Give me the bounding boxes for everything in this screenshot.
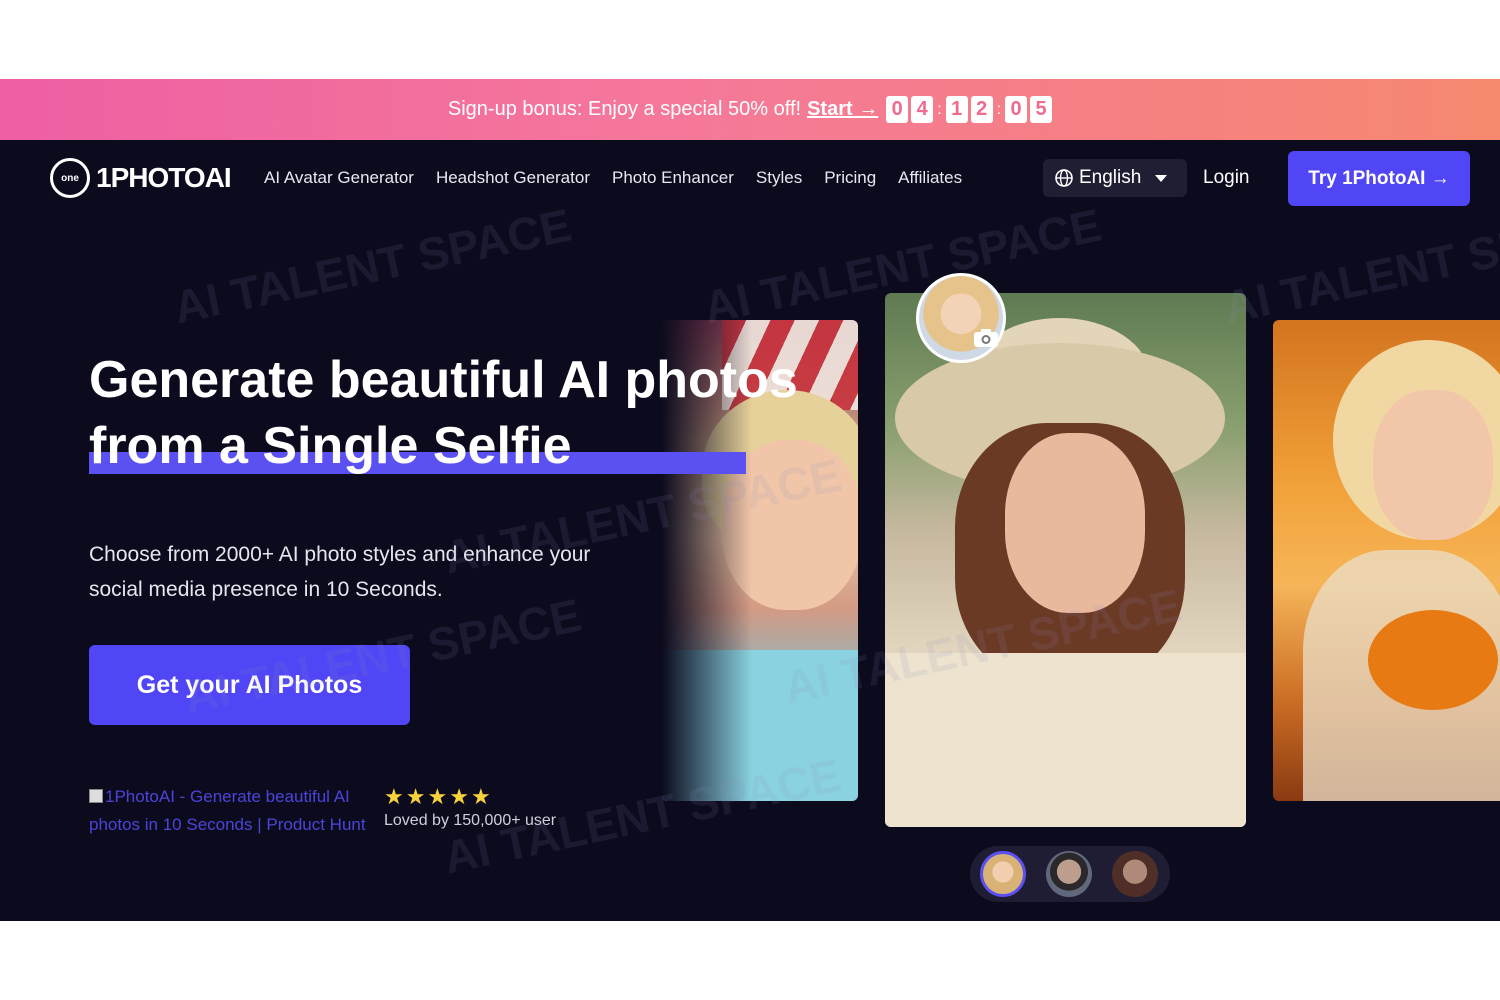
star-icon: ★ [405, 784, 426, 809]
landing-page: Sign-up bonus: Enjoy a special 50% off! … [0, 79, 1500, 921]
language-label: English [1079, 167, 1142, 188]
site-logo[interactable]: one 1PHOTOAI [50, 158, 232, 198]
nav-link-pricing[interactable]: Pricing [824, 168, 876, 188]
top-nav: one 1PHOTOAI AI Avatar Generator Headsho… [0, 140, 1500, 216]
timer-digit: 5 [1030, 96, 1053, 123]
globe-icon [1055, 169, 1073, 187]
star-icon: ★ [427, 784, 448, 809]
watermark-text: AI TALENT SPACE [169, 198, 576, 334]
hero-title-line-2: from a Single Selfie [89, 417, 572, 475]
logo-text: 1PHOTOAI [96, 162, 232, 193]
language-selector[interactable]: English [1043, 159, 1187, 197]
nav-link-ai-avatar-generator[interactable]: AI Avatar Generator [264, 168, 414, 188]
nav-link-styles[interactable]: Styles [756, 168, 802, 188]
hero-title: Generate beautiful AI photos from a Sing… [89, 347, 849, 479]
timer-separator: : [937, 100, 942, 118]
timer-separator: : [996, 100, 1002, 118]
nav-link-affiliates[interactable]: Affiliates [898, 168, 962, 188]
timer-digit: 0 [886, 96, 909, 123]
sample-photo-hat [885, 293, 1246, 827]
broken-image-icon [89, 789, 103, 803]
promo-message: Sign-up bonus: Enjoy a special 50% off! [447, 98, 802, 120]
star-icon: ★ [449, 784, 469, 809]
nav-links: AI Avatar Generator Headshot Generator P… [264, 168, 962, 188]
login-link[interactable]: Login [1203, 167, 1250, 189]
rating-stars: ★ ★ ★ ★ ★ [384, 785, 491, 809]
loved-by-text: Loved by 150,000+ user [384, 812, 557, 829]
try-1photoai-button[interactable]: Try 1PhotoAI → [1288, 151, 1470, 206]
star-icon: ★ [384, 784, 404, 809]
countdown-timer: 0 4 : 1 2 : 0 5 [886, 96, 1053, 123]
get-ai-photos-button[interactable]: Get your AI Photos [89, 645, 410, 725]
nav-link-photo-enhancer[interactable]: Photo Enhancer [612, 168, 734, 188]
hero-subtitle: Choose from 2000+ AI photo styles and en… [89, 543, 591, 601]
nav-link-headshot-generator[interactable]: Headshot Generator [436, 168, 590, 188]
sample-photo-pumpkin [1273, 320, 1500, 801]
promo-banner: Sign-up bonus: Enjoy a special 50% off! … [0, 79, 1500, 140]
timer-digit: 2 [970, 96, 993, 123]
logo-mark-icon: one [50, 158, 90, 198]
avatar-option-1[interactable] [980, 851, 1026, 897]
avatar-option-2[interactable] [1046, 851, 1092, 897]
selfie-avatar [916, 273, 1006, 363]
timer-digit: 4 [911, 96, 934, 123]
promo-start-link[interactable]: Start → [807, 98, 878, 121]
timer-digit: 0 [1005, 96, 1028, 123]
star-icon: ★ [470, 784, 491, 809]
avatar-switcher [970, 846, 1170, 902]
hero-title-line-1: Generate beautiful AI photos [89, 351, 798, 409]
chevron-down-icon [1155, 174, 1168, 182]
timer-digit: 1 [945, 96, 968, 123]
watermark-text: AI TALENT SPACE [1219, 198, 1500, 334]
camera-icon [971, 328, 1001, 350]
producthunt-alt-text: 1PhotoAI - Generate beautiful AI photos … [89, 787, 366, 834]
avatar-option-3[interactable] [1112, 851, 1158, 897]
producthunt-badge[interactable]: 1PhotoAI - Generate beautiful AI photos … [89, 783, 371, 839]
